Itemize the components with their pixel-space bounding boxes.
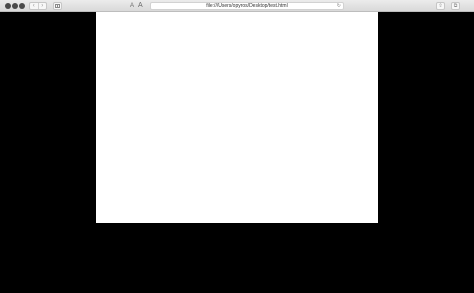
tabs-overview-icon: ⧉ <box>453 3 458 9</box>
close-window-button[interactable] <box>5 3 11 9</box>
sidebar-icon <box>55 4 60 8</box>
tabs-overview-button[interactable]: ⧉ <box>451 2 460 10</box>
browser-toolbar: ‹ › A A file:///Users/opyros/Desktop/tes… <box>0 0 474 12</box>
share-icon: ⇧ <box>438 3 443 9</box>
sidebar-toggle-button[interactable] <box>53 2 62 10</box>
chevron-right-icon[interactable]: › <box>39 3 47 9</box>
decrease-font-size-button[interactable]: A <box>130 2 134 10</box>
minimize-window-button[interactable] <box>12 3 18 9</box>
browser-window: ‹ › A A file:///Users/opyros/Desktop/tes… <box>0 0 474 293</box>
chevron-left-icon[interactable]: ‹ <box>30 3 39 9</box>
navigation-buttons: ‹ › <box>29 2 47 10</box>
share-button[interactable]: ⇧ <box>436 2 445 10</box>
address-bar[interactable]: file:///Users/opyros/Desktop/test.html ↻ <box>150 2 344 10</box>
address-text: file:///Users/opyros/Desktop/test.html <box>206 3 288 9</box>
increase-font-size-button[interactable]: A <box>138 2 143 10</box>
zoom-window-button[interactable] <box>19 3 25 9</box>
reload-icon[interactable]: ↻ <box>337 3 341 9</box>
web-page-content <box>96 12 378 223</box>
